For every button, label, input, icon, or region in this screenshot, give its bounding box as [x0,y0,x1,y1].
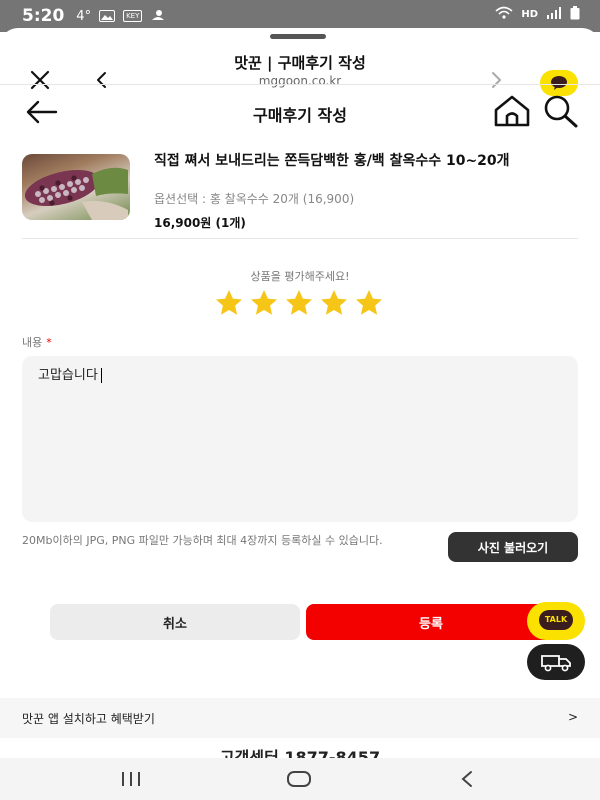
product-name[interactable]: 직접 쪄서 보내드리는 쫀득담백한 홍/백 찰옥수수 10~20개 [154,152,574,171]
talk-label: TALK [544,615,568,624]
content-label-text: 내용 [22,336,43,349]
kakao-talk-button[interactable]: TALK [527,602,585,640]
app-install-banner[interactable]: 맛꾼 앱 설치하고 혜택받기 > [0,698,600,738]
search-icon[interactable] [540,94,580,128]
review-text: 고맙습니다 [38,368,98,383]
star-icon[interactable] [214,288,244,318]
sheet-grabber[interactable] [270,34,326,39]
browser-url: mggoon.co.kr [258,74,342,88]
status-right: HD [495,6,580,23]
star-rating[interactable] [214,288,384,318]
submit-button[interactable]: 등록 [306,604,556,640]
star-icon[interactable] [284,288,314,318]
browser-title: 맛꾼 | 구매후기 작성 [234,54,366,72]
text-cursor [100,368,102,383]
product-divider [22,238,578,239]
upload-note: 20Mb이하의 JPG, PNG 파일만 가능하며 최대 4장까지 등록하실 수… [22,534,383,547]
rating-label: 상품을 평가해주세요! [250,270,350,283]
browser-divider [0,84,600,85]
recents-icon[interactable] [120,770,142,788]
customer-center-text: 고객센터 1877-8457 [219,748,381,758]
chevron-right-icon: > [567,710,578,724]
star-icon[interactable] [249,288,279,318]
gallery-icon [99,7,116,26]
bird-icon [150,7,166,26]
kakao-talk-icon[interactable] [540,70,578,96]
product-image [22,154,130,220]
delivery-button[interactable] [527,644,585,680]
star-icon[interactable] [354,288,384,318]
status-time: 5:20 [22,6,65,26]
status-temperature: 4° [76,8,92,24]
load-photo-button[interactable]: 사진 불러오기 [448,532,578,562]
app-banner-text: 맛꾼 앱 설치하고 혜택받기 [22,711,155,726]
review-textarea[interactable]: 고맙습니다 [22,356,578,522]
star-icon[interactable] [319,288,349,318]
signal-icon [546,7,562,22]
browser-forward-icon[interactable] [486,70,506,90]
delivery-truck-icon [541,655,571,672]
content-label: 내용 * [22,334,52,350]
cancel-button[interactable]: 취소 [50,604,300,640]
product-option: 옵션선택 : 홍 찰옥수수 20개 (16,900) [154,192,355,206]
back-nav-icon[interactable] [460,770,474,788]
key-badge-icon: KEY [123,10,143,22]
android-nav-bar [0,758,600,800]
required-mark: * [46,336,52,349]
home-nav-icon[interactable] [286,770,312,788]
hd-voice-icon: HD [521,9,538,20]
home-icon[interactable] [492,94,532,128]
wifi-icon [495,6,513,23]
battery-icon [570,6,580,23]
product-price: 16,900원 (1개) [154,216,246,230]
